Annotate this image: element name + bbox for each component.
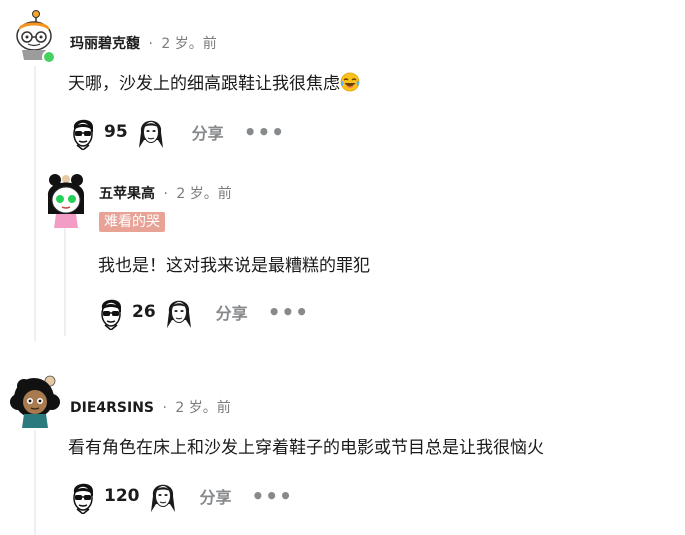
avatar[interactable] (44, 170, 88, 230)
more-options-button[interactable]: ••• (268, 302, 309, 322)
user-avatar-icon (10, 375, 60, 428)
comment-body: 看有角色在床上和沙发上穿着鞋子的电影或节目总是让我很恼火 (68, 436, 544, 460)
share-button[interactable]: 分享 (200, 484, 232, 508)
thread-line[interactable] (34, 430, 36, 535)
timestamp[interactable]: 2 岁。前 (161, 36, 216, 52)
avatar[interactable] (10, 372, 62, 428)
more-options-button[interactable]: ••• (252, 486, 293, 506)
upvote-button[interactable] (96, 294, 126, 330)
online-status-icon (42, 50, 56, 64)
downvote-button[interactable] (164, 294, 194, 330)
downvote-button[interactable] (148, 478, 178, 514)
comment-meta: 五苹果高 · 2 岁。前 (99, 183, 232, 203)
comment-text: 看有角色在床上和沙发上穿着鞋子的电影或节目总是让我很恼火 (68, 438, 544, 458)
share-button[interactable]: 分享 (192, 120, 224, 144)
thread-line[interactable] (34, 66, 36, 341)
comment-body: 天哪，沙发上的细高跟鞋让我很焦虑 (68, 72, 360, 99)
username[interactable]: 五苹果高 (99, 186, 155, 202)
comment-actions: 120 分享 ••• (68, 478, 293, 514)
username[interactable]: 玛丽碧克馥 (70, 36, 140, 52)
vote-count: 120 (104, 486, 140, 506)
timestamp[interactable]: 2 岁。前 (176, 186, 231, 202)
user-avatar-icon (47, 174, 85, 228)
comment-text: 我也是！这对我来说是最糟糕的罪犯 (98, 256, 370, 276)
comment-meta: DIE4RSINS · 2 岁。前 (70, 397, 231, 417)
comment-actions: 26 分享 ••• (96, 294, 309, 330)
separator-dot: · (148, 36, 153, 52)
comment-body: 我也是！这对我来说是最糟糕的罪犯 (98, 254, 370, 278)
timestamp[interactable]: 2 岁。前 (175, 400, 230, 416)
comment-text: 天哪，沙发上的细高跟鞋让我很焦虑 (68, 74, 340, 94)
comment-meta: 玛丽碧克馥 · 2 岁。前 (70, 33, 217, 53)
separator-dot: · (162, 400, 167, 416)
thread-line[interactable] (64, 226, 66, 336)
upvote-button[interactable] (68, 114, 98, 150)
user-flair: 难看的哭 (99, 212, 165, 232)
comment-actions: 95 分享 ••• (68, 114, 285, 150)
username[interactable]: DIE4RSINS (70, 400, 154, 416)
downvote-button[interactable] (136, 114, 166, 150)
vote-count: 26 (132, 302, 156, 322)
vote-count: 95 (104, 122, 128, 142)
upvote-button[interactable] (68, 478, 98, 514)
more-options-button[interactable]: ••• (244, 122, 285, 142)
share-button[interactable]: 分享 (216, 300, 248, 324)
separator-dot: · (163, 186, 168, 202)
laughing-crying-face-icon (340, 72, 360, 99)
